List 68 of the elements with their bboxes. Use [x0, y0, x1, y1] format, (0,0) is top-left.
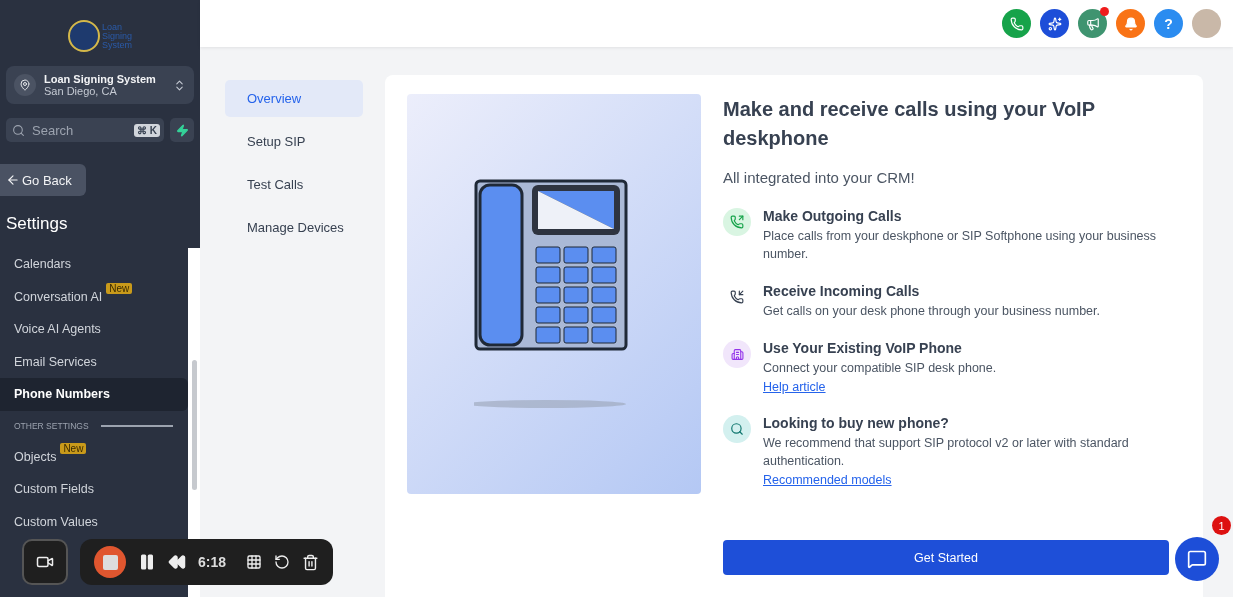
search-icon — [723, 415, 751, 443]
recording-time: 6:18 — [198, 554, 227, 570]
subnav-tab[interactable]: Setup SIP — [225, 123, 363, 160]
account-location: San Diego, CA — [44, 85, 118, 97]
sidebar-item[interactable]: Phone Numbers — [0, 378, 188, 411]
card-title: Make and receive calls using your VoIP deskphone — [723, 97, 1096, 151]
sidebar-item[interactable]: Objects New — [0, 440, 188, 473]
sidebar-item[interactable]: Custom Values — [0, 505, 188, 538]
grid-button[interactable] — [246, 554, 263, 570]
sidebar-item[interactable]: Email Services — [0, 345, 188, 378]
bell-button[interactable] — [1116, 9, 1145, 38]
phone-button[interactable] — [1002, 9, 1031, 38]
megaphone-icon — [1085, 16, 1100, 31]
logo-icon — [68, 20, 100, 52]
account-name: Loan Signing System — [44, 73, 157, 85]
location-pin-icon — [14, 74, 36, 96]
feature-link[interactable]: Help article — [763, 380, 826, 394]
chat-icon — [1187, 549, 1207, 569]
feature-description: Place calls from your deskphone or SIP Softphone using your business number. — [763, 228, 1158, 263]
get-started-button[interactable]: Get Started — [723, 540, 1169, 575]
camera-button[interactable] — [22, 539, 68, 585]
search-icon — [12, 123, 25, 137]
new-badge: New — [60, 442, 87, 454]
scrollbar-thumb[interactable] — [191, 360, 197, 490]
search-input[interactable]: Search — [30, 121, 129, 139]
sidebar-item[interactable]: Voice AI Agents — [0, 313, 188, 346]
lightning-icon — [175, 123, 189, 137]
megaphone-button[interactable] — [1078, 9, 1107, 38]
subnav-tab[interactable]: Overview — [225, 80, 363, 117]
subnav-tab[interactable]: Test Calls — [225, 166, 363, 203]
feature-title: Receive Incoming Calls — [763, 283, 921, 299]
restart-button[interactable] — [274, 554, 291, 570]
sparkles-button[interactable] — [1040, 9, 1069, 38]
unread-count-badge: 1 — [1212, 516, 1231, 535]
subnav-tab[interactable]: Manage Devices — [225, 209, 363, 246]
logo-text: System — [102, 40, 132, 50]
chevron-up-down-icon — [173, 78, 186, 92]
sidebar-item[interactable]: Calendars — [0, 248, 188, 281]
account-switcher[interactable]: Loan Signing System San Diego, CA — [6, 66, 194, 104]
section-title: Settings — [6, 214, 69, 234]
feature-description: We recommend that support SIP protocol v2 or later with standard authentication. — [763, 435, 1130, 470]
feature-title: Use Your Existing VoIP Phone — [763, 340, 963, 356]
rewind-button[interactable] — [168, 553, 186, 571]
logo-text: Signing — [102, 31, 132, 41]
new-badge: New — [106, 282, 133, 294]
feature-description: Get calls on your desk phone through your business number. — [763, 303, 1100, 320]
phone-icon — [1009, 16, 1024, 31]
chat-button[interactable] — [1175, 537, 1219, 581]
go-back-button[interactable]: Go Back — [0, 164, 86, 196]
pause-button[interactable] — [138, 553, 156, 571]
delete-button[interactable] — [302, 553, 320, 571]
sidebar-item[interactable]: Custom Fields — [0, 473, 188, 506]
feature-title: Looking to buy new phone? — [763, 415, 950, 431]
building-icon — [723, 340, 751, 368]
stop-button[interactable] — [94, 546, 126, 578]
lightning-button[interactable] — [170, 118, 194, 142]
bell-icon — [1123, 16, 1138, 31]
logo-text: Loan — [102, 22, 123, 32]
search-field[interactable]: Search ⌘ K — [6, 118, 164, 142]
feature-link[interactable]: Recommended models — [763, 473, 892, 487]
feature-title: Make Outgoing Calls — [763, 208, 903, 224]
sidebar-item[interactable]: Conversation AI New — [0, 280, 188, 313]
section-heading: OTHER SETTINGS — [14, 420, 89, 431]
phone-outgoing-icon — [723, 208, 751, 236]
feature-description: Connect your compatible SIP desk phone. — [763, 360, 997, 377]
shortcut-hint: ⌘ K — [134, 123, 160, 137]
card-subtitle: All integrated into your CRM! — [723, 169, 916, 186]
sparkles-icon — [1047, 16, 1062, 31]
